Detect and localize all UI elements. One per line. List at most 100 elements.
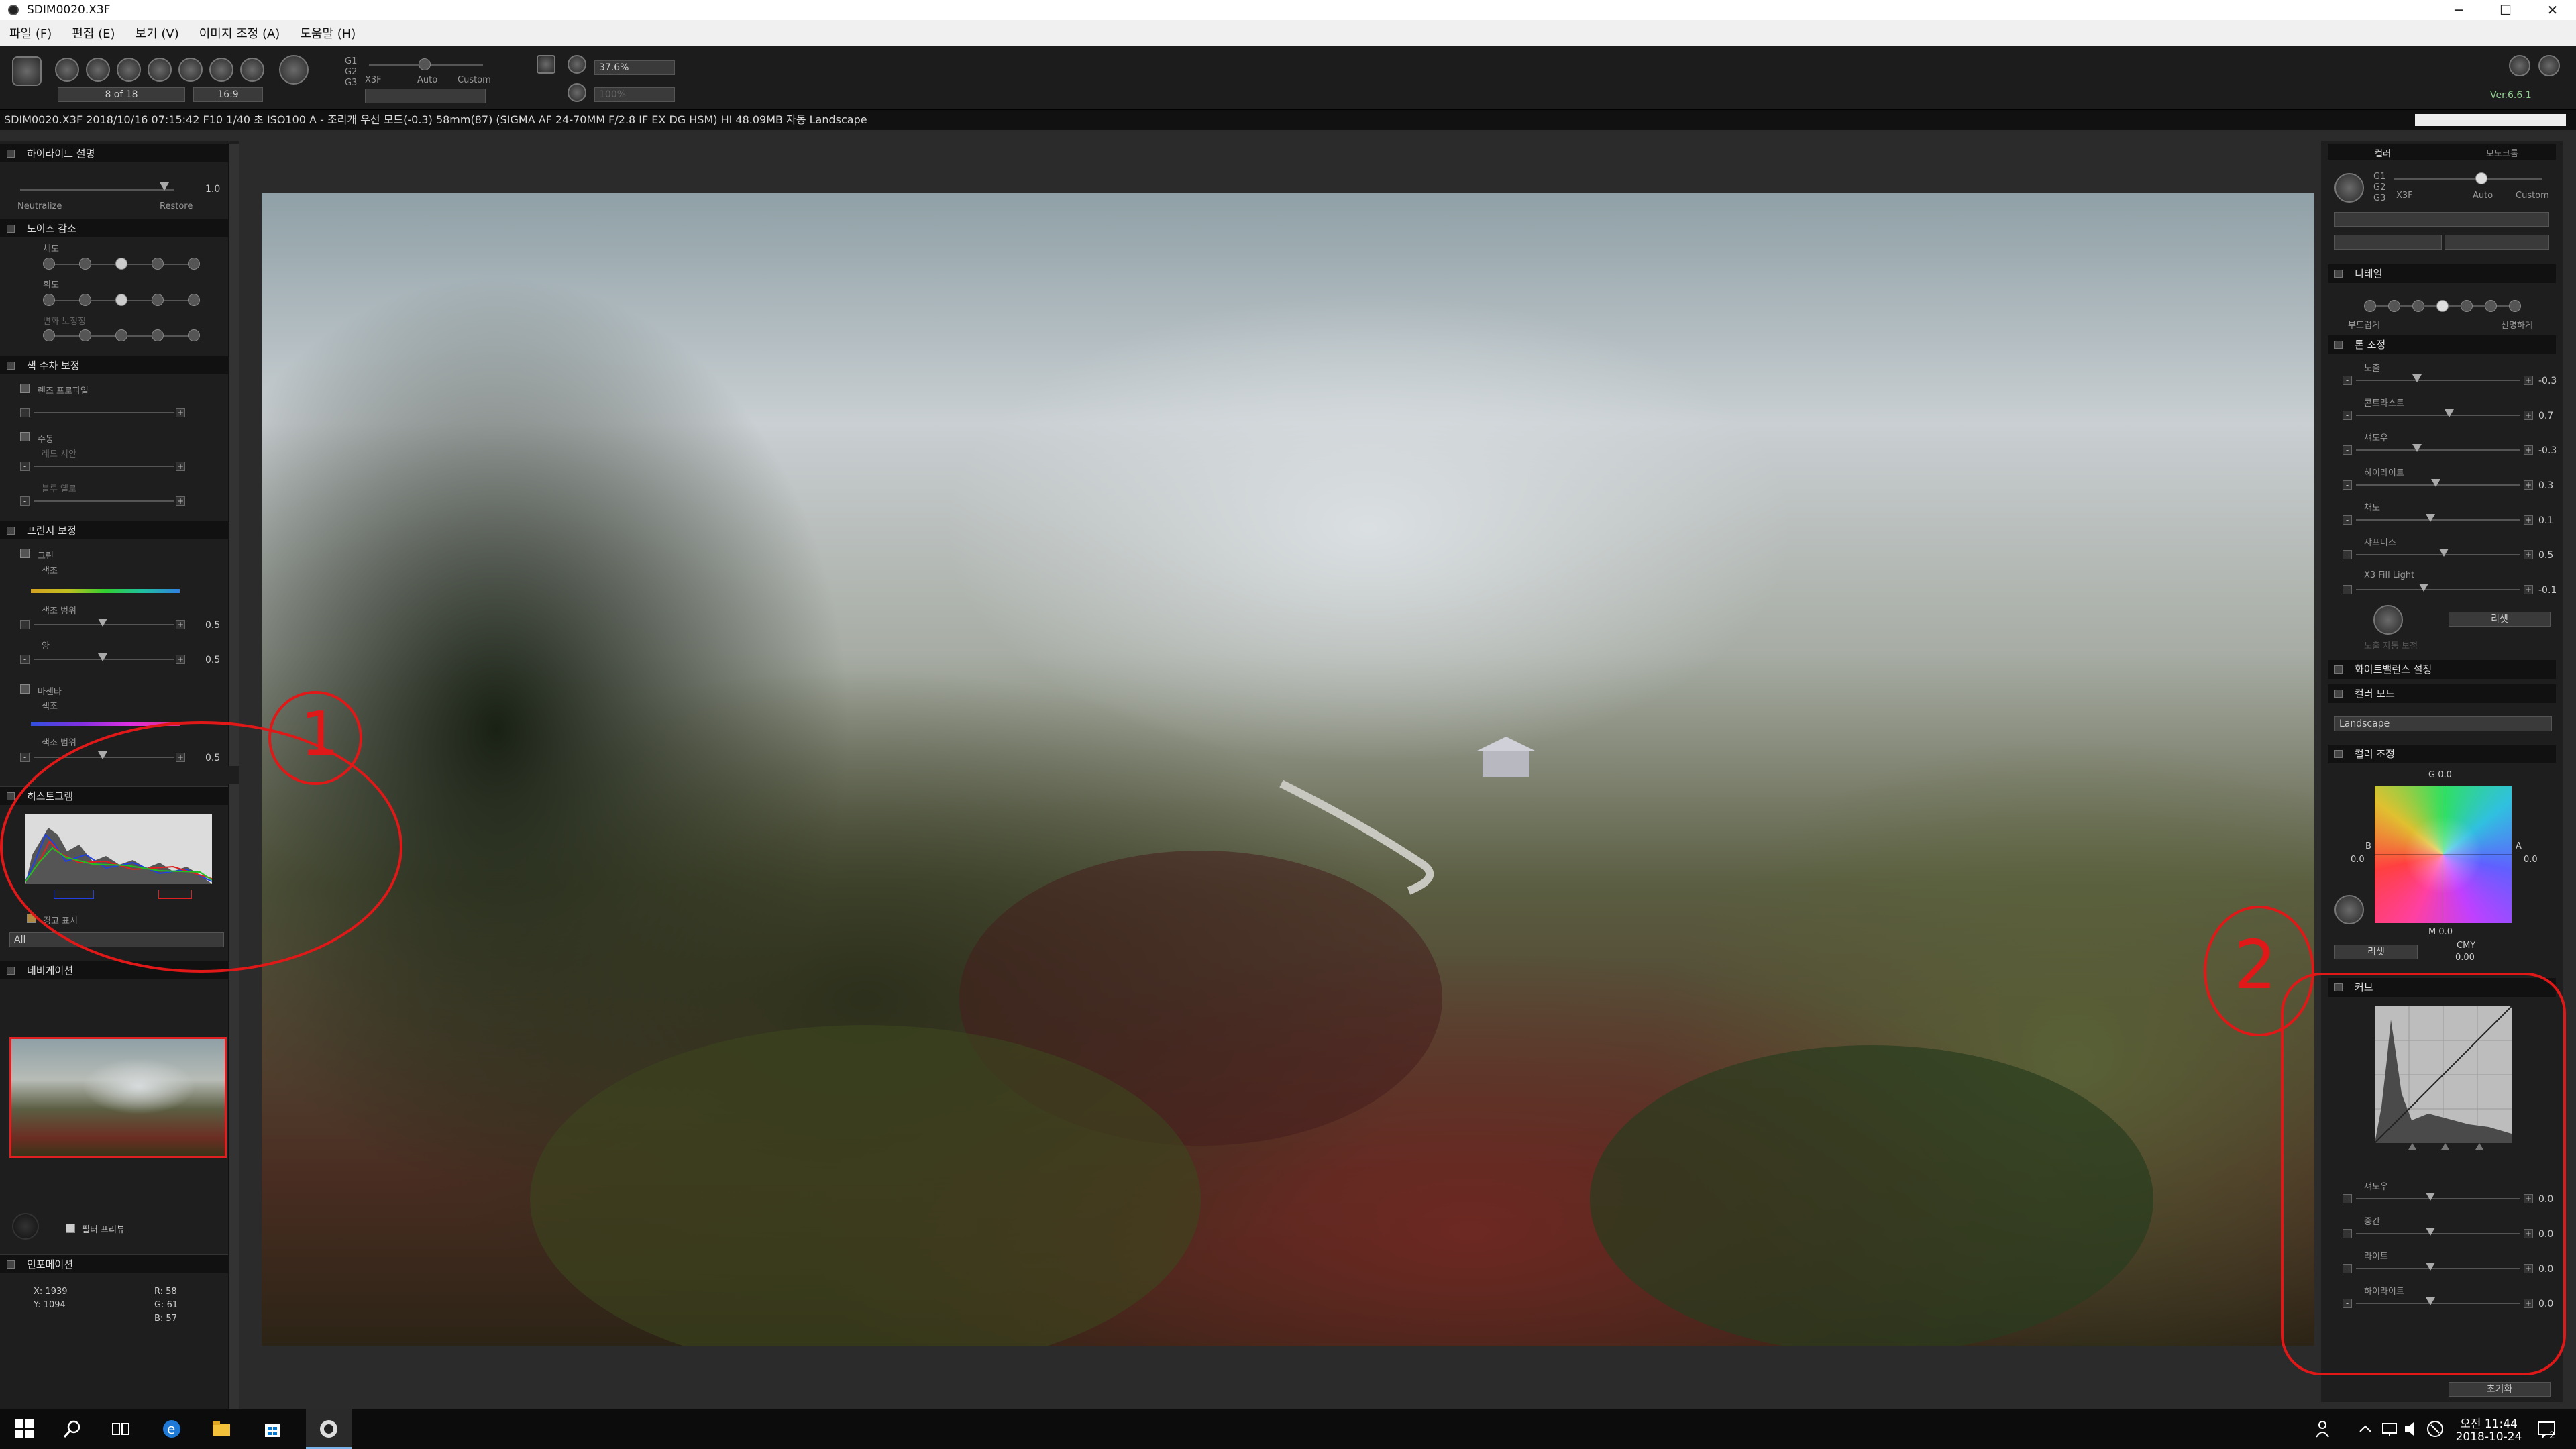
highlight-knob[interactable]	[160, 182, 169, 191]
delete-button[interactable]	[240, 58, 264, 82]
collapse-icon[interactable]	[7, 527, 15, 535]
lens-slider[interactable]	[34, 412, 174, 413]
collapse-icon[interactable]	[2334, 690, 2343, 698]
plus-button[interactable]: +	[176, 462, 185, 471]
zoom-level[interactable]: 37.6%	[594, 60, 675, 75]
plus-button[interactable]: +	[2524, 376, 2533, 385]
minus-button[interactable]: -	[20, 620, 30, 629]
minus-button[interactable]: -	[20, 655, 30, 664]
minus-button[interactable]: -	[2343, 445, 2352, 455]
main-photo-canvas[interactable]	[262, 193, 2314, 1346]
minus-button[interactable]: -	[20, 408, 30, 417]
section-chromatic-aberration[interactable]: 색 수차 보정	[0, 356, 228, 374]
toolbar-preset-select[interactable]	[365, 89, 486, 103]
saturation-slider[interactable]	[2356, 519, 2520, 521]
navigation-thumbnail[interactable]	[9, 1037, 227, 1158]
highlight-knob[interactable]	[2431, 479, 2440, 487]
color-preset-select[interactable]	[2334, 212, 2549, 227]
collapse-icon[interactable]	[2334, 341, 2343, 349]
menu-edit[interactable]: 편집 (E)	[72, 24, 115, 42]
network-icon[interactable]	[2379, 1418, 2400, 1440]
settings-button[interactable]	[2538, 55, 2560, 76]
color-mode-knob[interactable]	[2475, 172, 2487, 184]
taskbar-date[interactable]: 2018-10-24	[2450, 1430, 2528, 1444]
section-highlight[interactable]: 하이라이트 설명	[0, 144, 228, 162]
shadow-slider[interactable]	[2356, 449, 2520, 451]
zoom-100-button[interactable]	[568, 83, 586, 102]
file-explorer-icon[interactable]	[211, 1418, 232, 1440]
section-noise[interactable]: 노이즈 감소	[0, 219, 228, 237]
exposure-slider[interactable]	[2356, 380, 2520, 381]
blue-yellow-slider[interactable]	[34, 500, 174, 502]
plus-button[interactable]: +	[176, 496, 185, 506]
lens-profile-checkbox[interactable]	[20, 384, 30, 393]
load-preset-button[interactable]	[2445, 235, 2549, 250]
volume-icon[interactable]	[2402, 1418, 2423, 1440]
sigma-photo-pro-icon[interactable]	[318, 1418, 339, 1440]
color-auto-button[interactable]	[2334, 173, 2364, 203]
search-icon[interactable]	[62, 1418, 83, 1440]
green-checkbox[interactable]	[20, 549, 30, 558]
collapse-icon[interactable]	[7, 150, 15, 158]
hue-range-knob[interactable]	[98, 619, 107, 627]
frame-counter[interactable]: 8 of 18	[58, 87, 185, 102]
manual-checkbox[interactable]	[20, 432, 30, 441]
shadow-knob[interactable]	[2412, 444, 2422, 452]
play-button[interactable]	[178, 58, 203, 82]
print-button[interactable]	[209, 58, 233, 82]
collapse-icon[interactable]	[7, 362, 15, 370]
filter-preview-icon[interactable]	[12, 1213, 39, 1240]
minimize-button[interactable]: ─	[2435, 0, 2482, 20]
plus-button[interactable]: +	[2524, 480, 2533, 490]
color-reset-button[interactable]: 리셋	[2334, 945, 2418, 959]
people-icon[interactable]	[2314, 1418, 2336, 1440]
curve-reset-button[interactable]: 초기화	[2449, 1382, 2551, 1397]
left-upper-scrollbar[interactable]	[228, 144, 239, 766]
taskbar-time[interactable]: 오전 11:44	[2455, 1414, 2522, 1431]
menu-file[interactable]: 파일 (F)	[9, 24, 52, 42]
section-color-mode[interactable]: 컬러 모드	[2328, 684, 2556, 703]
minus-button[interactable]: -	[2343, 411, 2352, 420]
section-information[interactable]: 인포메이션	[0, 1254, 228, 1273]
minus-button[interactable]: -	[2343, 550, 2352, 559]
collapse-icon[interactable]	[7, 225, 15, 233]
plus-button[interactable]: +	[2524, 411, 2533, 420]
sharpness-slider[interactable]	[2356, 554, 2520, 555]
auto-adjust-button[interactable]	[279, 55, 309, 85]
start-icon[interactable]	[13, 1418, 35, 1440]
collapse-icon[interactable]	[7, 967, 15, 975]
section-white-balance[interactable]: 화이트밸런스 설정	[2328, 660, 2556, 679]
minus-button[interactable]: -	[20, 496, 30, 506]
store-icon[interactable]	[262, 1418, 283, 1440]
contrast-knob[interactable]	[2445, 409, 2454, 417]
red-cyan-slider[interactable]	[34, 466, 174, 467]
color-wheel[interactable]	[2375, 786, 2512, 923]
info-button[interactable]	[55, 58, 79, 82]
panel-toggle-button[interactable]	[2509, 55, 2530, 76]
filter-preview-checkbox[interactable]	[66, 1224, 75, 1233]
input-method-icon[interactable]	[2424, 1418, 2446, 1440]
plus-button[interactable]: +	[2524, 445, 2533, 455]
menu-help[interactable]: 도움말 (H)	[300, 24, 356, 42]
fill-light-slider[interactable]	[2356, 589, 2520, 590]
chroma-knob[interactable]	[115, 258, 127, 270]
collapse-icon[interactable]	[2334, 665, 2343, 674]
save-preset-button[interactable]	[2334, 235, 2442, 250]
collapse-icon[interactable]	[7, 1260, 15, 1269]
auto-exposure-icon[interactable]	[2373, 605, 2403, 635]
plus-button[interactable]: +	[176, 620, 185, 629]
highlight-slider[interactable]	[20, 189, 174, 191]
eyedropper-icon[interactable]	[2334, 895, 2364, 924]
green-hue-bar[interactable]	[31, 589, 180, 593]
zoom-level-2[interactable]: 100%	[594, 87, 675, 102]
aspect-select[interactable]: 16:9	[193, 87, 263, 102]
collapse-icon[interactable]	[7, 792, 15, 800]
maximize-button[interactable]: ☐	[2482, 0, 2529, 20]
close-button[interactable]: ✕	[2529, 0, 2576, 20]
collapse-icon[interactable]	[2334, 750, 2343, 758]
minus-button[interactable]: -	[2343, 480, 2352, 490]
plus-button[interactable]: +	[2524, 515, 2533, 525]
tab-color[interactable]: 컬러	[2375, 146, 2391, 159]
tone-reset-button[interactable]: 리셋	[2449, 612, 2551, 627]
task-view-icon[interactable]	[110, 1418, 131, 1440]
